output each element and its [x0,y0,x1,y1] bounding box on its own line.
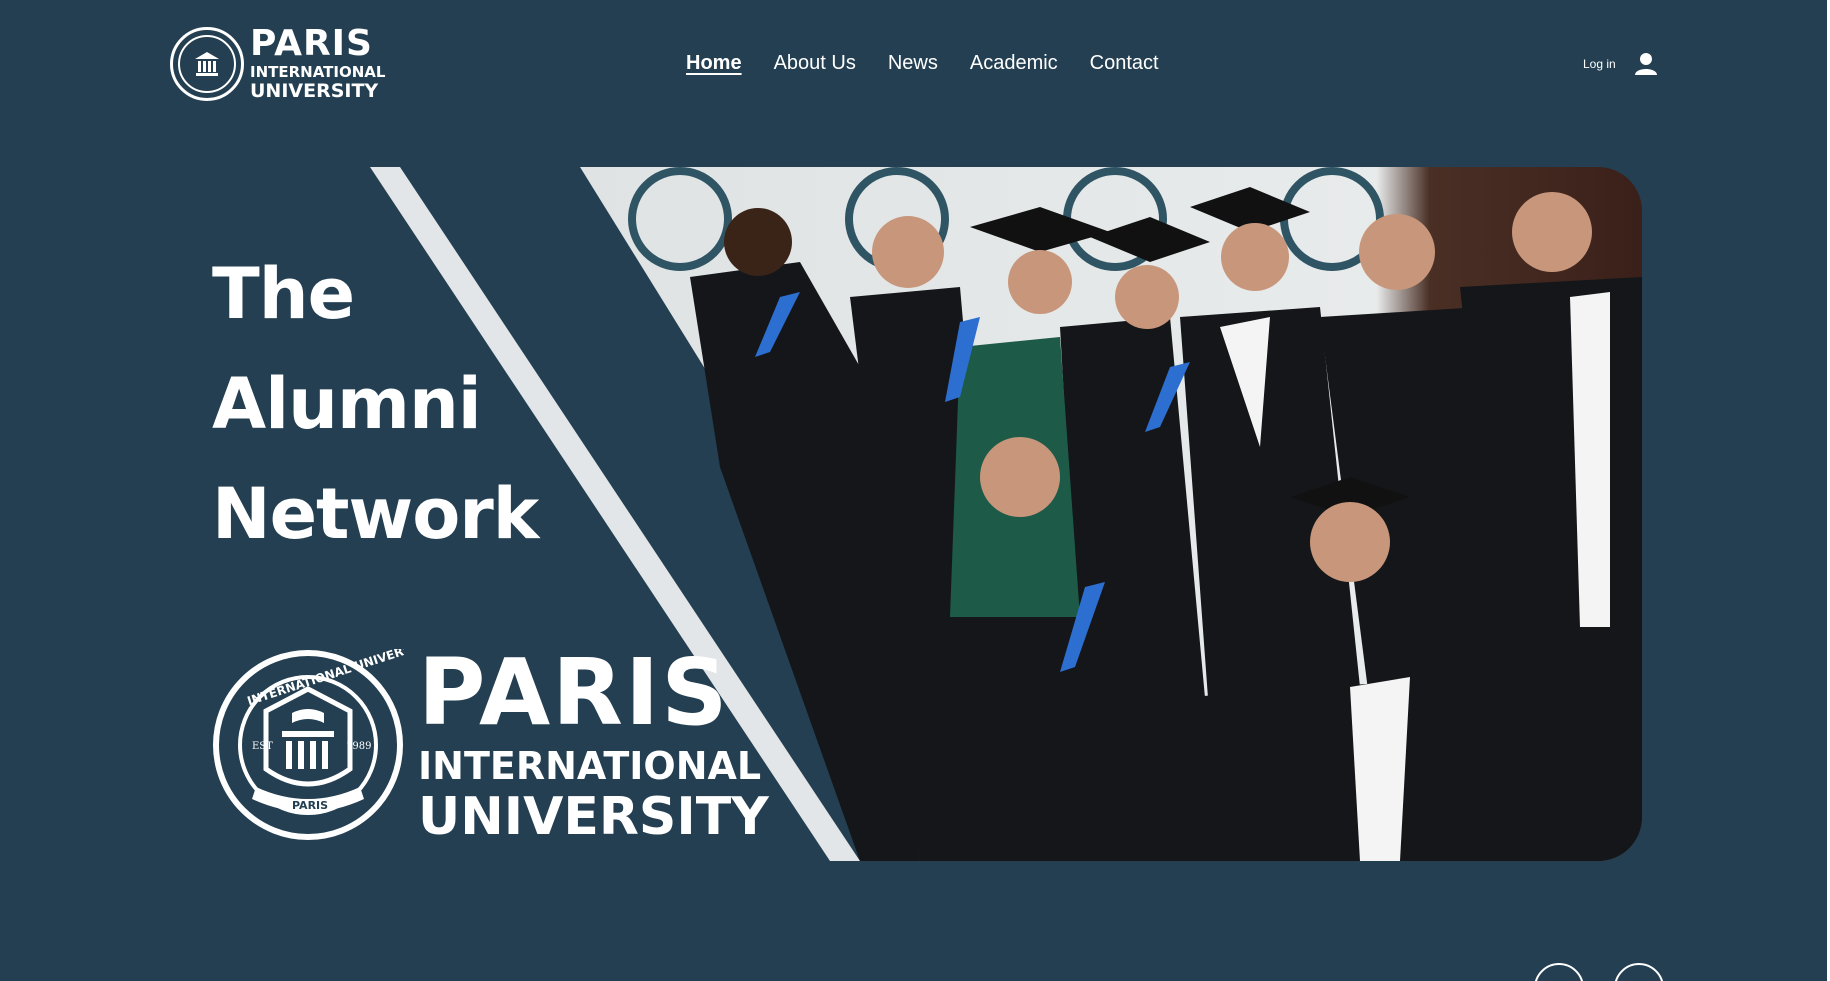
seal-city: PARIS [292,799,328,812]
logo-line-3: UNIVERSITY [250,80,379,102]
nav-academic[interactable]: Academic [970,52,1058,75]
nav-home[interactable]: Home [686,52,742,75]
site-logo[interactable]: PARIS INTERNATIONAL UNIVERSITY [170,26,385,101]
user-icon [1634,53,1657,75]
hero-title: The Alumni Network [212,253,539,555]
carousel-prev-button[interactable] [1534,963,1584,981]
seal-est: EST [252,741,273,752]
seal-year: 1989 [346,741,371,752]
hero-title-line-3: Network [212,473,539,555]
carousel-next-button[interactable] [1614,963,1664,981]
nav-contact[interactable]: Contact [1090,52,1159,75]
logo-line-2: INTERNATIONAL [250,63,386,81]
hero-title-line-2: Alumni [212,363,482,445]
university-seal-icon [170,26,244,101]
hero-title-line-1: The [212,253,355,335]
main-nav: Home About Us News Academic Contact [686,52,1159,75]
nav-about-us[interactable]: About Us [774,52,856,75]
login-label: Log in [1583,57,1616,71]
login-button[interactable]: Log in [1583,52,1658,76]
university-seal-icon: EST 1989 PARIS INTERNATIONAL UNIVERSITY [213,649,404,840]
hero-banner: The Alumni Network EST 1989 PARIS INTERN… [160,167,1642,861]
logo-line-1: PARIS [250,23,373,64]
hero-university-logo: EST 1989 PARIS INTERNATIONAL UNIVERSITY … [212,647,769,843]
page: PARIS INTERNATIONAL UNIVERSITY Home Abou… [0,0,1830,981]
hero-logo-line-1: PARIS [418,639,730,746]
hero-logo-line-3: UNIVERSITY [418,787,769,847]
nav-news[interactable]: News [888,52,938,75]
hero-logo-line-2: INTERNATIONAL [418,744,762,788]
